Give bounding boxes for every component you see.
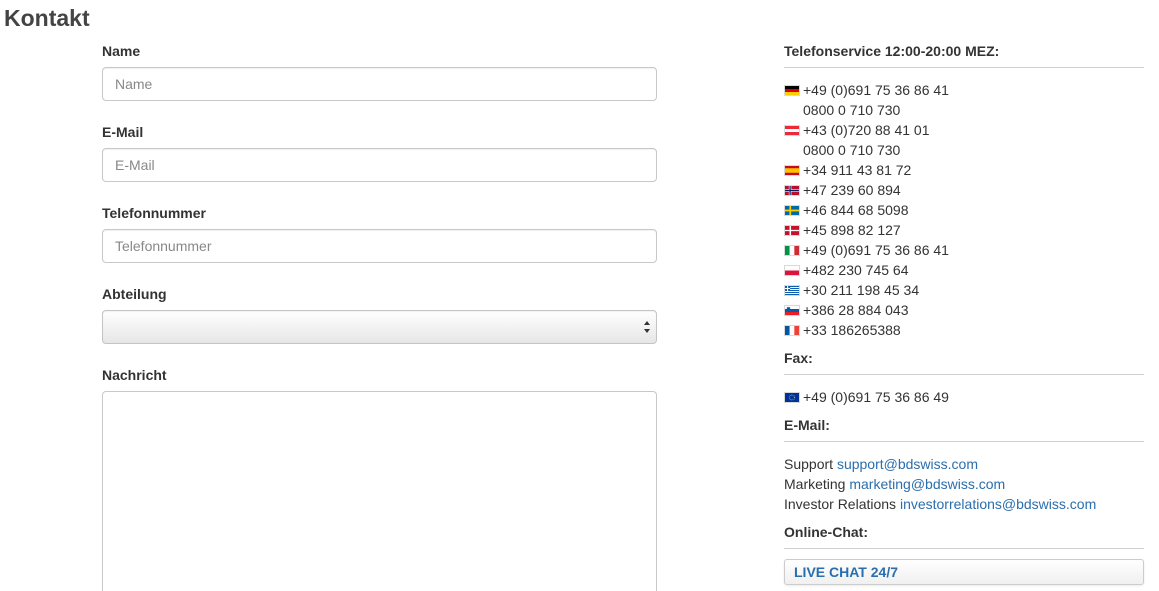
phone-input[interactable] [102,229,657,263]
contact-form: Name E-Mail Telefonnummer Abteilung Nach… [102,43,657,591]
phone-number: +33 186265388 [803,322,901,338]
divider [784,548,1144,549]
phone-row-germany-free: 0800 0 710 730 [784,100,1144,120]
phone-number: +43 (0)720 88 41 01 [803,122,930,138]
phone-number: +386 28 884 043 [803,302,909,318]
phone-number: +30 211 198 45 34 [803,282,920,298]
italy-flag-icon [784,244,800,256]
divider [784,374,1144,375]
online-chat-title: Online-Chat: [784,524,868,540]
divider [784,67,1144,68]
page-title: Kontakt [4,5,90,31]
phone-row-poland: +482 230 745 64 [784,260,1144,280]
email-label: Marketing [784,476,846,492]
denmark-flag-icon [784,224,800,236]
email-row-investor: Investor Relations investorrelations@bds… [784,494,1144,514]
phone-number: +49 (0)691 75 36 86 41 [803,82,949,98]
department-select[interactable] [102,310,657,344]
phone-row-denmark: +45 898 82 127 [784,220,1144,240]
fax-number: +49 (0)691 75 36 86 49 [803,389,949,405]
phone-service-title: Telefonservice 12:00-20:00 MEZ: [784,43,1000,59]
phone-number: +482 230 745 64 [803,262,909,278]
poland-flag-icon [784,264,800,276]
email-row-support: Support support@bdswiss.com [784,454,1144,474]
eu-flag-icon [784,391,800,403]
greece-flag-icon [784,284,800,296]
investor-relations-email-link[interactable]: investorrelations@bdswiss.com [900,496,1096,512]
phone-row-italy: +49 (0)691 75 36 86 41 [784,240,1144,260]
sweden-flag-icon [784,204,800,216]
name-label: Name [102,43,141,59]
phone-number: +47 239 60 894 [803,182,901,198]
spain-flag-icon [784,164,800,176]
support-email-link[interactable]: support@bdswiss.com [837,456,978,472]
phone-row-greece: +30 211 198 45 34 [784,280,1144,300]
email-label: Support [784,456,834,472]
phone-row-spain: +34 911 43 81 72 [784,160,1144,180]
marketing-email-link[interactable]: marketing@bdswiss.com [849,476,1005,492]
phone-number: 0800 0 710 730 [803,142,901,158]
slovenia-flag-icon [784,304,800,316]
austria-flag-icon [784,124,800,136]
phone-number: +49 (0)691 75 36 86 41 [803,242,949,258]
france-flag-icon [784,324,800,336]
phone-row-austria: +43 (0)720 88 41 01 [784,120,1144,140]
fax-title: Fax: [784,350,813,366]
select-arrows-icon [643,319,651,335]
divider [784,441,1144,442]
email-label: Investor Relations [784,496,897,512]
name-input[interactable] [102,67,657,101]
live-chat-button[interactable]: LIVE CHAT 24/7 [784,559,1144,585]
phone-row-austria-free: 0800 0 710 730 [784,140,1144,160]
phone-row-france: +33 186265388 [784,320,1144,340]
phone-number: +34 911 43 81 72 [803,162,912,178]
message-textarea[interactable] [102,391,657,591]
department-label: Abteilung [102,286,167,302]
phone-number: 0800 0 710 730 [803,102,901,118]
phone-label: Telefonnummer [102,205,206,221]
phone-number: +46 844 68 5098 [803,202,909,218]
fax-row: +49 (0)691 75 36 86 49 [784,387,1144,407]
germany-flag-icon [784,84,800,96]
email-title: E-Mail: [784,417,830,433]
message-wrapper [102,391,657,591]
phone-row-norway: +47 239 60 894 [784,180,1144,200]
phone-row-germany: +49 (0)691 75 36 86 41 [784,80,1144,100]
phone-row-sweden: +46 844 68 5098 [784,200,1144,220]
email-label: E-Mail [102,124,144,140]
phone-number: +45 898 82 127 [803,222,901,238]
message-label: Nachricht [102,367,167,383]
phone-row-slovenia: +386 28 884 043 [784,300,1144,320]
email-input[interactable] [102,148,657,182]
contact-info: Telefonservice 12:00-20:00 MEZ: +49 (0)6… [784,43,1144,585]
norway-flag-icon [784,184,800,196]
phone-list: +49 (0)691 75 36 86 41 0800 0 710 730 +4… [784,80,1144,340]
email-row-marketing: Marketing marketing@bdswiss.com [784,474,1144,494]
